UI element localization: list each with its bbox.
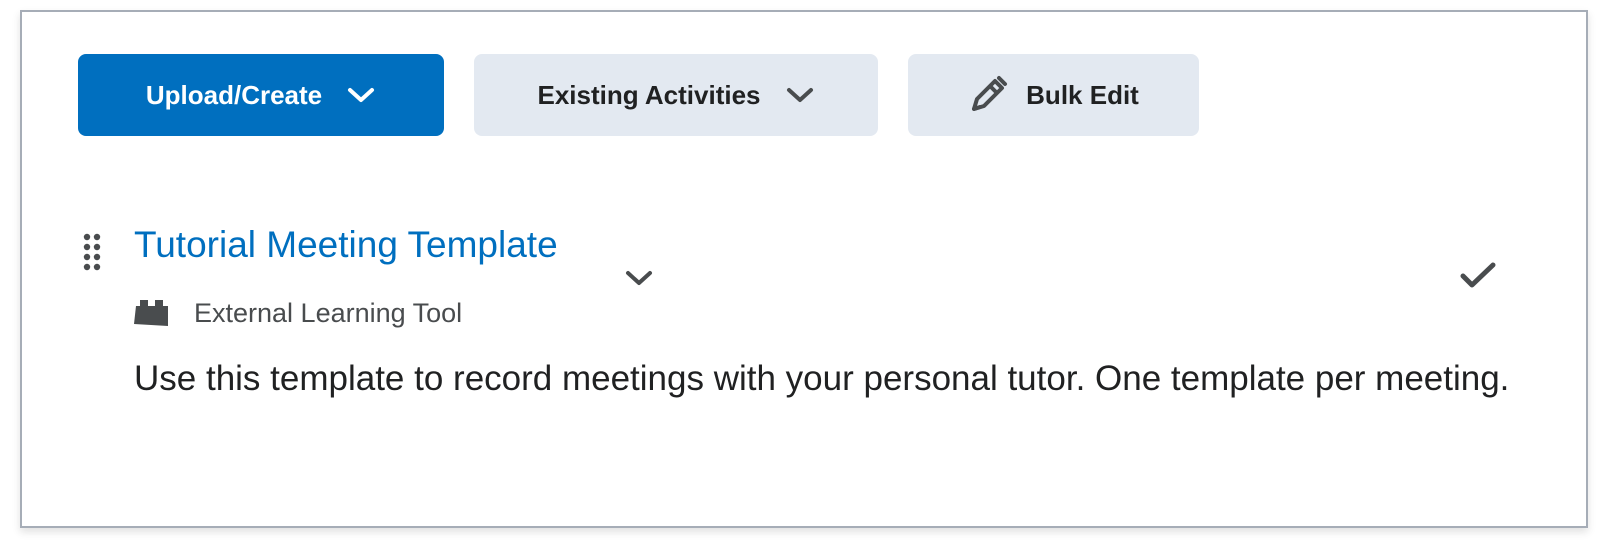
lego-block-icon [134,299,174,328]
toolbar: Upload/Create Existing Activities Bulk E… [78,54,1199,136]
upload-create-button[interactable]: Upload/Create [78,54,444,136]
bulk-edit-button[interactable]: Bulk Edit [908,54,1199,136]
bulk-edit-label: Bulk Edit [1026,79,1139,110]
chevron-down-icon [785,85,815,105]
existing-activities-label: Existing Activities [537,79,761,110]
drag-handle-icon[interactable] [82,232,102,277]
upload-create-label: Upload/Create [145,79,323,110]
item-title-link[interactable]: Tutorial Meeting Template [134,224,558,266]
pencil-edit-icon [968,75,1008,115]
chevron-down-icon[interactable] [624,268,654,293]
item-type-label: External Learning Tool [194,298,463,328]
item-description: Use this template to record meetings wit… [134,359,1510,398]
chevron-down-icon [346,85,376,105]
content-panel: Upload/Create Existing Activities Bulk E… [20,10,1588,528]
checkmark-icon[interactable] [1460,262,1496,295]
existing-activities-button[interactable]: Existing Activities [474,54,878,136]
item-type: External Learning Tool [134,298,462,329]
